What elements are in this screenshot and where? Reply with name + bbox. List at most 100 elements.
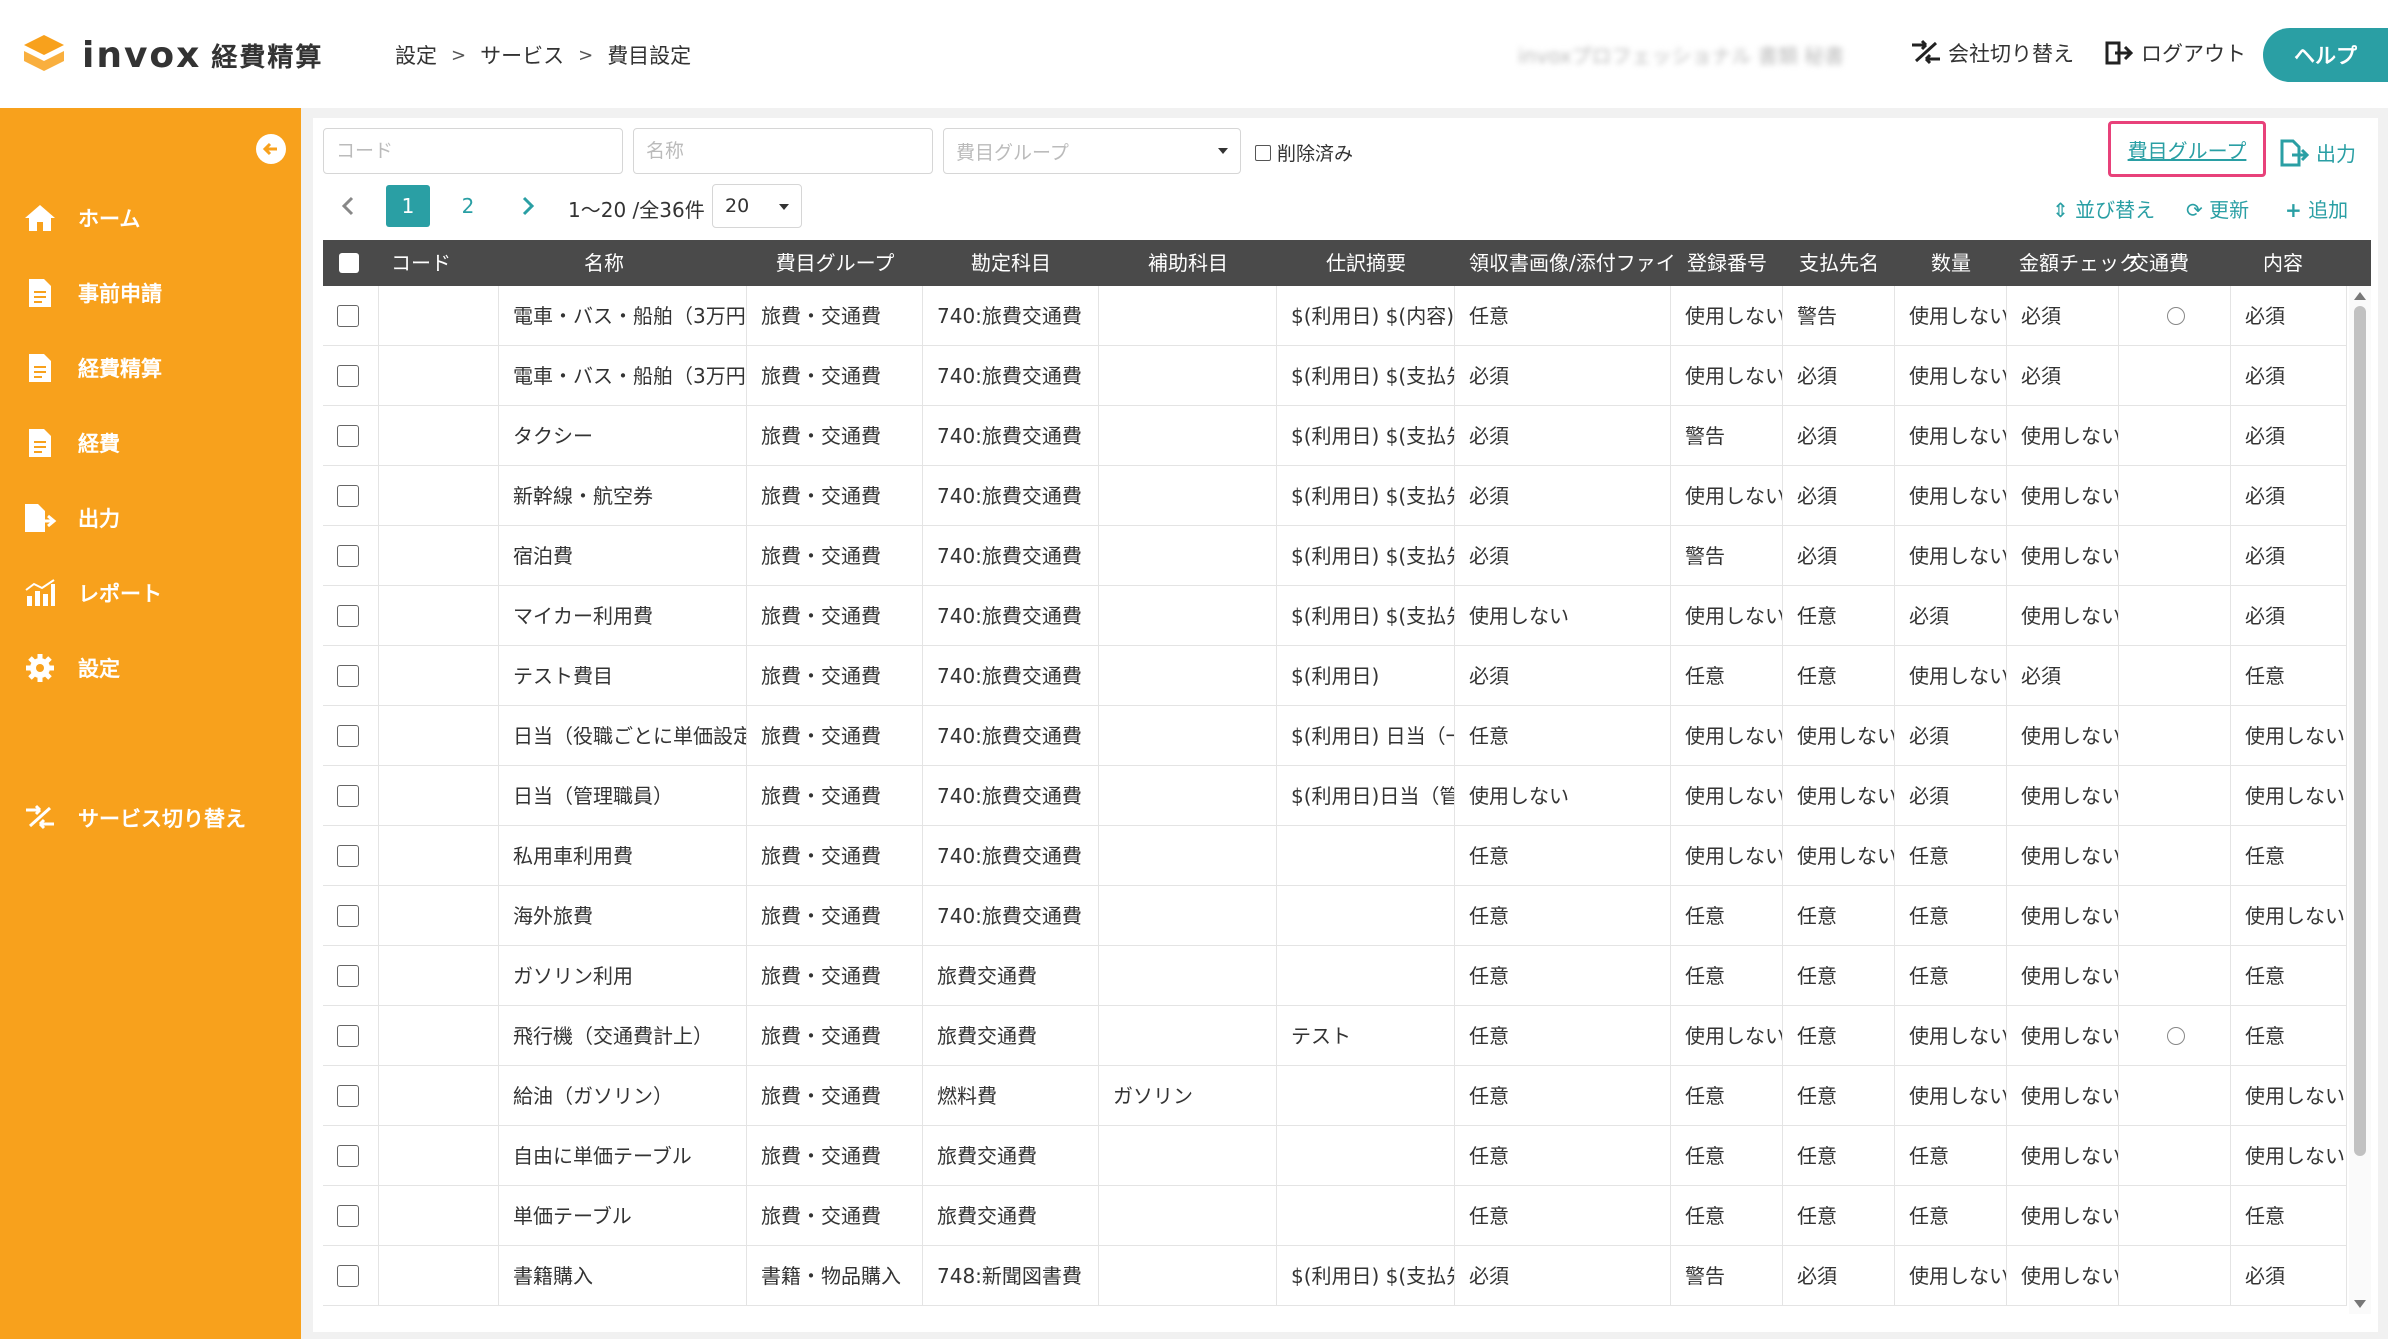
app-logo[interactable]: invox 経費精算 [20,30,323,80]
column-header-name[interactable]: 名称 [499,240,709,286]
row-checkbox[interactable] [337,1025,359,1047]
logout-link[interactable]: ログアウト [2105,38,2246,68]
export-button[interactable]: 出力 [2280,138,2356,167]
column-header-quantity[interactable]: 数量 [1895,240,2007,286]
row-checkbox[interactable] [337,365,359,387]
table-row[interactable]: 日当（役職ごとに単価設定）旅費・交通費740:旅費交通費 $(利用日) 日当（一般… [323,706,2347,766]
table-row[interactable]: 電車・バス・船舶（3万円以上）旅費・交通費740:旅費交通費 $(利用日) $(支… [323,346,2347,406]
column-header-account[interactable]: 勘定科目 [923,240,1099,286]
table-row[interactable]: テスト費目 旅費・交通費 740:旅費交通費 $(利用日) 必須 任意 任意 使用しない 必須任… [323,646,2347,706]
deleted-checkbox[interactable]: 削除済み [1255,139,1353,166]
breadcrumb-item[interactable]: 設定 [395,40,437,70]
table-row[interactable]: 電車・バス・船舶（3万円未満）旅費・交通費740:旅費交通費 $(利用日) $(内… [323,286,2347,346]
code-filter-field[interactable] [323,128,623,174]
cell-name[interactable]: 飛行機（交通費計上） [499,1006,747,1066]
page-button-1[interactable]: 1 [386,185,430,227]
name-filter-field[interactable] [633,128,933,174]
help-button[interactable]: ヘルプ [2263,28,2388,82]
row-checkbox[interactable] [337,1205,359,1227]
row-checkbox[interactable] [337,665,359,687]
table-row[interactable]: 宿泊費旅費・交通費740:旅費交通費$(利用日) $(支払先名)必須警告必須使用… [323,526,2347,586]
refresh-button[interactable]: ⟳ 更新 [2186,194,2249,223]
sidebar-service-switch[interactable]: サービス切り替え [22,800,246,836]
sidebar-item-home[interactable]: ホーム [22,200,140,236]
sidebar-item-output[interactable]: 出力 [22,500,120,536]
select-all-checkbox[interactable] [339,253,359,273]
cell-name[interactable]: ガソリン利用 [499,946,747,1006]
cell-name[interactable]: 書籍購入 [499,1246,747,1306]
row-checkbox[interactable] [337,845,359,867]
table-row[interactable]: 私用車利用費 旅費・交通費 740:旅費交通費 任意 使用しない 使用しない 任意 使用しない… [323,826,2347,886]
cell-name[interactable]: マイカー利用費 [499,586,747,646]
column-header-receipt[interactable]: 領収書画像/添付ファイル [1455,240,1673,286]
column-header-summary[interactable]: 仕訳摘要 [1277,240,1455,286]
table-row[interactable]: 海外旅費 旅費・交通費 740:旅費交通費 任意 任意 任意 任意 使用しない 使用しない [323,886,2347,946]
row-checkbox[interactable] [337,905,359,927]
scrollbar-thumb[interactable] [2354,306,2366,1156]
cell-name[interactable]: 自由に単価テーブル [499,1126,747,1186]
next-page-button[interactable] [506,185,550,227]
group-filter-select[interactable]: 費目グループ [943,128,1241,174]
table-row[interactable]: マイカー利用費旅費・交通費740:旅費交通費$(利用日) $(支払先名)使用しな… [323,586,2347,646]
table-row[interactable]: 日当（管理職員）旅費・交通費740:旅費交通費$(利用日)日当（管理職）使用しな… [323,766,2347,826]
page-button-2[interactable]: 2 [446,185,490,227]
scroll-up-icon[interactable] [2354,292,2366,300]
switch-company-link[interactable]: 会社切り替え [1910,38,2074,68]
row-checkbox[interactable] [337,1265,359,1287]
sort-button[interactable]: ⇕ 並び替え [2052,194,2155,223]
column-header-group[interactable]: 費目グループ [747,240,923,286]
column-header-amount-check[interactable]: 金額チェック [2007,240,2139,286]
table-scrollbar[interactable] [2349,286,2371,1314]
row-checkbox[interactable] [337,305,359,327]
row-checkbox[interactable] [337,785,359,807]
collapse-sidebar-button[interactable] [256,134,286,164]
column-header-payee[interactable]: 支払先名 [1783,240,1895,286]
table-row[interactable]: タクシー旅費・交通費740:旅費交通費$(利用日) $(支払先名)必須警告必須使… [323,406,2347,466]
prev-page-button[interactable] [326,185,370,227]
cell-name[interactable]: 電車・バス・船舶（3万円未満） [499,286,747,346]
expense-group-link[interactable]: 費目グループ [2128,135,2247,164]
scroll-down-icon[interactable] [2354,1300,2366,1308]
row-checkbox[interactable] [337,425,359,447]
cell-name[interactable]: タクシー [499,406,747,466]
sidebar-item-expenses[interactable]: 経費 [22,425,120,461]
cell-name[interactable]: 宿泊費 [499,526,747,586]
cell-name[interactable]: 単価テーブル [499,1186,747,1246]
row-checkbox[interactable] [337,605,359,627]
row-checkbox[interactable] [337,1085,359,1107]
column-header-content[interactable]: 内容 [2223,240,2343,286]
table-row[interactable]: 給油（ガソリン） 旅費・交通費 燃料費 ガソリン 任意 任意 任意 使用しない 使用しない 使用し… [323,1066,2347,1126]
table-row[interactable]: 単価テーブル 旅費・交通費 旅費交通費 任意 任意 任意 任意 使用しない 任意 [323,1186,2347,1246]
column-header-code[interactable]: コード [379,240,463,286]
table-row[interactable]: ガソリン利用 旅費・交通費 旅費交通費 任意 任意 任意 任意 使用しない 任意 [323,946,2347,1006]
sidebar-item-report[interactable]: レポート [22,575,162,611]
code-filter-input[interactable] [336,140,610,162]
name-filter-input[interactable] [646,140,920,162]
cell-name[interactable]: 電車・バス・船舶（3万円以上） [499,346,747,406]
breadcrumb-item[interactable]: サービス [480,40,564,70]
cell-name[interactable]: 日当（役職ごとに単価設定） [499,706,747,766]
row-checkbox[interactable] [337,1145,359,1167]
cell-name[interactable]: 新幹線・航空券 [499,466,747,526]
row-checkbox[interactable] [337,545,359,567]
cell-name[interactable]: テスト費目 [499,646,747,706]
cell-name[interactable]: 海外旅費 [499,886,747,946]
sidebar-item-expense-report[interactable]: 経費精算 [22,350,162,386]
table-row[interactable]: 飛行機（交通費計上） 旅費・交通費 旅費交通費 テスト 任意 使用しない 任意 使用しない 使用… [323,1006,2347,1066]
cell-name[interactable]: 給油（ガソリン） [499,1066,747,1126]
row-checkbox[interactable] [337,725,359,747]
cell-name[interactable]: 日当（管理職員） [499,766,747,826]
table-row[interactable]: 自由に単価テーブル 旅費・交通費 旅費交通費 任意 任意 任意 任意 使用しない 使用しない [323,1126,2347,1186]
checkbox-box[interactable] [1255,144,1271,161]
add-button[interactable]: + 追加 [2285,194,2348,223]
sidebar-item-settings[interactable]: 設定 [22,650,120,686]
row-checkbox[interactable] [337,965,359,987]
table-row[interactable]: 書籍購入書籍・物品購入748:新聞図書費$(利用日) $(支払先名)必須警告必須… [323,1246,2347,1306]
column-header-transport[interactable]: 交通費 [2123,240,2195,286]
column-header-sub-account[interactable]: 補助科目 [1099,240,1277,286]
row-checkbox[interactable] [337,485,359,507]
page-size-select[interactable]: 20 [712,184,802,228]
column-header-reg-number[interactable]: 登録番号 [1671,240,1783,286]
cell-name[interactable]: 私用車利用費 [499,826,747,886]
table-row[interactable]: 新幹線・航空券旅費・交通費740:旅費交通費$(利用日) $(支払先名)必須使用… [323,466,2347,526]
